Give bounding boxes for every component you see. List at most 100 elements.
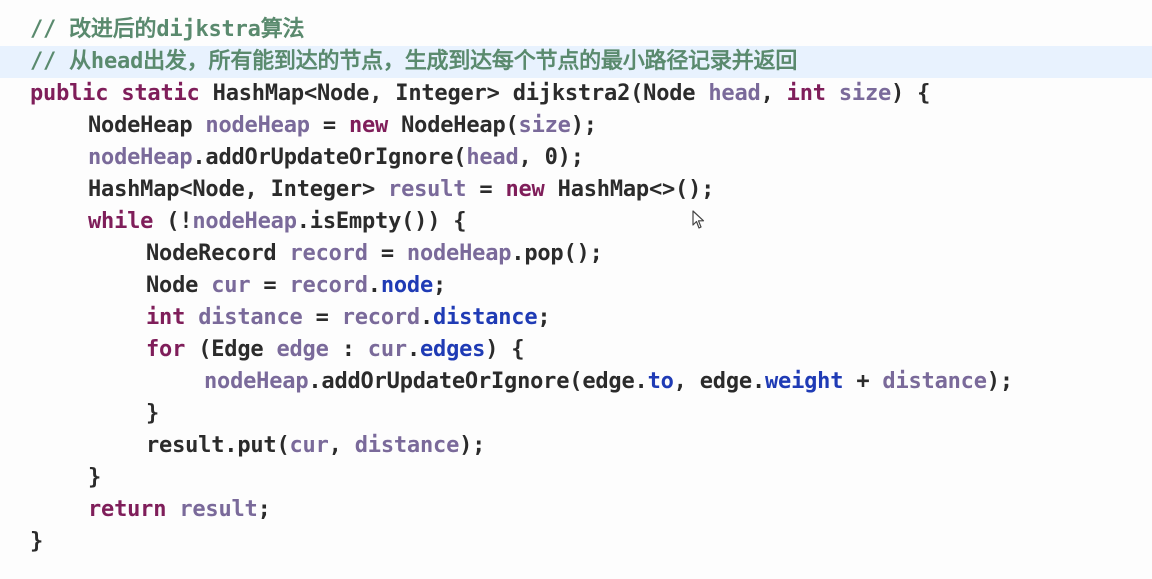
- punctuation: .: [634, 369, 648, 394]
- comment-text: // 改进后的dijkstra算法: [30, 17, 305, 42]
- code-line-4: NodeHeap nodeHeap = new NodeHeap(size);: [0, 110, 1152, 142]
- code-line-12: nodeHeap.addOrUpdateOrIgnore(edge.to, ed…: [0, 366, 1152, 398]
- punctuation: ) {: [891, 81, 931, 106]
- param-size: size: [838, 81, 892, 106]
- field-access: edges: [419, 337, 486, 362]
- punctuation: ,: [760, 81, 774, 106]
- punctuation: .: [367, 273, 381, 298]
- variable: cur: [289, 433, 329, 458]
- variable-edge: edge: [582, 369, 635, 394]
- code-line-13: }: [0, 398, 1152, 430]
- variable: distance: [354, 433, 460, 458]
- closing-brace: }: [30, 529, 44, 554]
- type-name: Node: [146, 273, 199, 298]
- punctuation: (Edge: [198, 337, 264, 362]
- keyword-new: new: [348, 113, 389, 138]
- return-type: HashMap<Node, Integer>: [212, 81, 500, 106]
- method-call: .pop();: [511, 241, 603, 266]
- field-access: weight: [764, 369, 844, 394]
- punctuation: );: [459, 433, 486, 458]
- variable: result: [179, 497, 258, 522]
- method-call: .addOrUpdateOrIgnore(: [192, 145, 467, 170]
- variable: nodeHeap: [204, 369, 309, 394]
- constructor: NodeHeap(: [401, 113, 519, 138]
- code-line-10: int distance = record.distance;: [0, 302, 1152, 334]
- code-line-14: result.put(cur, distance);: [0, 430, 1152, 462]
- type-name: HashMap<Node, Integer>: [88, 177, 375, 202]
- keyword-static: static: [121, 81, 200, 106]
- keyword-return: return: [88, 497, 167, 522]
- punctuation: );: [570, 113, 597, 138]
- variable: nodeHeap: [88, 145, 193, 170]
- keyword-int: int: [786, 81, 826, 106]
- punctuation: ;: [433, 273, 447, 298]
- punctuation: ;: [257, 497, 271, 522]
- operator: :: [341, 337, 355, 362]
- operator: =: [322, 113, 336, 138]
- code-line-7: while (!nodeHeap.isEmpty()) {: [0, 206, 1152, 238]
- keyword-public: public: [30, 81, 109, 106]
- punctuation: (!: [166, 209, 193, 234]
- mouse-pointer-icon: [692, 210, 705, 229]
- punctuation: ) {: [485, 337, 525, 362]
- variable: nodeHeap: [192, 209, 297, 234]
- closing-brace: }: [88, 465, 102, 490]
- keyword-int: int: [146, 305, 186, 330]
- punctuation: .: [419, 305, 434, 330]
- code-line-8: NodeRecord record = nodeHeap.pop();: [0, 238, 1152, 270]
- field-access: to: [647, 369, 674, 394]
- code-line-16: return result;: [0, 494, 1152, 526]
- keyword-new: new: [505, 177, 545, 202]
- variable: record: [289, 241, 368, 266]
- operator: =: [263, 273, 277, 298]
- code-line-1: // 改进后的dijkstra算法: [0, 14, 1152, 46]
- field-access: distance: [433, 305, 538, 330]
- variable-edge: edge: [699, 369, 752, 394]
- keyword-while: while: [88, 209, 154, 234]
- code-line-5: nodeHeap.addOrUpdateOrIgnore(head, 0);: [0, 142, 1152, 174]
- keyword-for: for: [146, 337, 186, 362]
- code-line-9: Node cur = record.node;: [0, 270, 1152, 302]
- method-call: .isEmpty()) {: [296, 209, 467, 234]
- punctuation: ,: [328, 433, 342, 458]
- variable: nodeHeap: [406, 241, 512, 266]
- punctuation: , 0);: [518, 145, 584, 170]
- variable: cur: [367, 337, 407, 362]
- variable: distance: [882, 369, 987, 394]
- param-head: head: [708, 81, 761, 106]
- operator: =: [315, 305, 329, 330]
- closing-brace: }: [146, 401, 160, 426]
- code-editor[interactable]: // 改进后的dijkstra算法 // 从head出发，所有能到达的节点，生成…: [0, 0, 1152, 579]
- variable-result: result: [146, 433, 225, 458]
- method-call: .put(: [224, 433, 290, 458]
- variable: cur: [211, 273, 251, 298]
- variable: edge: [276, 337, 329, 362]
- operator: +: [856, 369, 870, 394]
- variable: result: [388, 177, 467, 202]
- code-line-6: HashMap<Node, Integer> result = new Hash…: [0, 174, 1152, 206]
- punctuation: .: [406, 337, 420, 362]
- method-signature: dijkstra2(Node: [512, 81, 696, 106]
- method-call: .addOrUpdateOrIgnore(: [308, 369, 583, 394]
- type-name: NodeHeap: [88, 113, 193, 138]
- type-name: NodeRecord: [146, 241, 277, 266]
- variable: distance: [198, 305, 303, 330]
- punctuation: .: [751, 369, 765, 394]
- variable: nodeHeap: [205, 113, 310, 138]
- constructor: HashMap<>();: [557, 177, 715, 202]
- punctuation: ;: [537, 305, 551, 330]
- punctuation: );: [986, 369, 1013, 394]
- comment-text: // 从head出发，所有能到达的节点，生成到达每个节点的最小路径记录并返回: [30, 49, 798, 74]
- field-access: node: [380, 273, 434, 298]
- punctuation: ,: [673, 369, 687, 394]
- code-line-17: }: [0, 526, 1152, 558]
- code-line-2: // 从head出发，所有能到达的节点，生成到达每个节点的最小路径记录并返回: [0, 46, 1152, 78]
- variable: record: [341, 305, 420, 330]
- operator: =: [380, 241, 394, 266]
- variable: head: [466, 145, 519, 170]
- code-line-15: }: [0, 462, 1152, 494]
- variable: record: [289, 273, 368, 298]
- variable: size: [518, 113, 571, 138]
- code-line-3: public static HashMap<Node, Integer> dij…: [0, 78, 1152, 110]
- code-line-11: for (Edge edge : cur.edges) {: [0, 334, 1152, 366]
